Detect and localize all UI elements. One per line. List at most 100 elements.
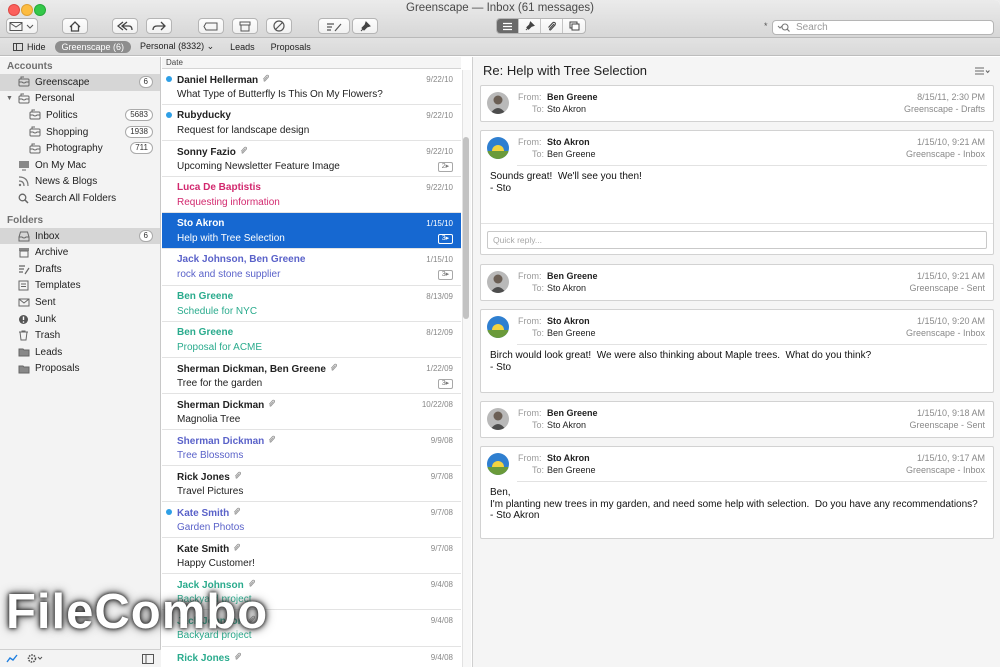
message-card[interactable]: From: To: Ben Greene Sto Akron 1/15/10, 9:18… xyxy=(480,401,994,438)
message-row[interactable]: Sto Akron Help with Tree Selection 1/15/10… xyxy=(162,213,461,250)
scrollbar-thumb[interactable] xyxy=(463,137,469,319)
card-sender: Ben Greene xyxy=(547,92,598,102)
message-card[interactable]: From: To: Sto Akron Ben Greene 1/15/10, 9:17… xyxy=(480,446,994,539)
message-row[interactable]: Sherman Dickman Magnolia Tree 10/22/08 xyxy=(162,394,461,430)
from-label: From: xyxy=(518,316,542,326)
sidebar-item-on-my-mac[interactable]: On My Mac xyxy=(0,157,160,174)
sidebar-item-shopping[interactable]: Shopping 1938 xyxy=(0,124,160,141)
message-card[interactable]: From: To: Sto Akron Ben Greene 1/15/10, 9:21… xyxy=(480,130,994,255)
conversation-options-icon[interactable] xyxy=(974,67,990,76)
message-row[interactable]: Sherman Dickman Tree Blossoms 9/9/08 xyxy=(162,430,461,467)
sidebar-item-photography[interactable]: Photography 711 xyxy=(0,140,160,157)
message-row[interactable]: Jack Johnson, Ben Greene rock and stone s… xyxy=(162,249,461,286)
compose-icon xyxy=(9,21,34,31)
search-field[interactable]: Search xyxy=(772,20,994,35)
sidebar-item-drafts[interactable]: Drafts xyxy=(0,261,160,278)
attachment-icon xyxy=(330,363,338,375)
message-subject: Request for landscape design xyxy=(177,125,310,137)
message-row[interactable]: Ben Greene Proposal for ACME 8/12/09 xyxy=(162,322,461,358)
card-folder: Greenscape - Inbox xyxy=(905,465,985,475)
message-row[interactable]: Sonny Fazio Upcoming Newsletter Feature I… xyxy=(162,141,461,178)
sidebar-item-proposals[interactable]: Proposals xyxy=(0,361,160,378)
to-label: To: xyxy=(532,465,545,475)
message-row[interactable]: Kate Smith Garden Photos 9/7/08 xyxy=(162,502,461,539)
card-date: 1/15/10, 9:17 AM xyxy=(916,453,985,463)
card-recipient: Ben Greene xyxy=(547,149,596,159)
message-sender: Sonny Fazio xyxy=(177,147,236,159)
sidebar-item-junk[interactable]: Junk xyxy=(0,311,160,328)
message-row[interactable]: Kate Smith Happy Customer! 9/7/08 xyxy=(162,538,461,575)
unread-count-badge: 5683 xyxy=(125,109,153,122)
message-card[interactable]: From: To: Ben Greene Sto Akron 8/15/11, 2:30… xyxy=(480,85,994,122)
message-sender: Rick Jones xyxy=(177,652,230,664)
sidebar-item-politics[interactable]: Politics 5683 xyxy=(0,107,160,124)
quick-reply-divider xyxy=(481,223,993,224)
toggle-sidebar-icon xyxy=(142,654,154,664)
view-conversations-button[interactable] xyxy=(563,19,585,33)
label-button[interactable] xyxy=(198,18,224,34)
sidebar-item-search-all-folders[interactable]: Search All Folders xyxy=(0,190,160,207)
card-sender: Sto Akron xyxy=(547,453,590,463)
forward-button[interactable] xyxy=(146,18,172,34)
favorite-greenscape[interactable]: Greenscape (6) xyxy=(54,40,132,53)
home-button[interactable] xyxy=(62,18,88,34)
sidebar-item-trash[interactable]: Trash xyxy=(0,327,160,344)
message-subject: Tree for the garden xyxy=(177,377,263,389)
avatar-person-icon xyxy=(487,408,509,430)
view-attachments-button[interactable] xyxy=(541,19,563,33)
message-date: 1/22/09 xyxy=(426,363,453,373)
message-sender-line: Sonny Fazio xyxy=(177,146,248,158)
message-row[interactable]: Daniel Hellerman What Type of Butterfly I… xyxy=(162,69,461,106)
favorite-proposals[interactable]: Proposals xyxy=(264,41,318,53)
message-row[interactable]: Sherman Dickman, Ben Greene Tree for the … xyxy=(162,358,461,394)
message-card[interactable]: From: To: Ben Greene Sto Akron 1/15/10, 9:21… xyxy=(480,264,994,301)
sidebar-item-personal[interactable]: ▼ Personal xyxy=(0,91,160,108)
card-recipient: Sto Akron xyxy=(547,104,587,114)
sidebar-item-news-blogs[interactable]: News & Blogs xyxy=(0,174,160,191)
view-all-button[interactable] xyxy=(497,19,519,33)
thread-count-badge[interactable]: 2▸ xyxy=(438,162,453,173)
message-row[interactable]: Luca De Baptistis Requesting information 9… xyxy=(162,177,461,214)
thread-count-badge[interactable]: 3▸ xyxy=(438,234,453,245)
sidebar-item-leads[interactable]: Leads xyxy=(0,344,160,361)
avatar-sunset-icon xyxy=(487,453,509,475)
message-row[interactable]: Rick Jones 9/4/08 xyxy=(162,647,461,667)
card-body: Birch would look great! We were also thi… xyxy=(490,350,872,373)
mailbox-icon xyxy=(28,109,41,121)
sidebar-item-label: Personal xyxy=(35,93,75,105)
avatar-sunset-icon xyxy=(487,316,509,338)
message-row[interactable]: Rubyducky Request for landscape design 9/2… xyxy=(162,105,461,142)
quick-reply-input[interactable]: Quick reply... xyxy=(487,231,987,249)
thread-count-badge[interactable]: 3▸ xyxy=(438,270,453,281)
card-recipient: Sto Akron xyxy=(547,283,587,293)
reply-all-button[interactable] xyxy=(112,18,138,34)
message-row[interactable]: Ben Greene Schedule for NYC 8/13/09 xyxy=(162,286,461,322)
message-sender: Luca De Baptistis xyxy=(177,182,261,194)
compose-notes-button[interactable] xyxy=(318,18,350,34)
sidebar-icon xyxy=(13,42,23,51)
date-sort-header[interactable]: Date xyxy=(166,58,183,67)
sidebar-item-archive[interactable]: Archive xyxy=(0,244,160,261)
view-pinned-button[interactable] xyxy=(519,19,541,33)
message-sender: Daniel Hellerman xyxy=(177,75,259,86)
sidebar-item-inbox[interactable]: Inbox 6 xyxy=(0,227,160,245)
message-row[interactable]: Rick Jones Travel Pictures 9/7/08 xyxy=(162,466,461,503)
sidebar-item-sent[interactable]: Sent xyxy=(0,294,160,311)
junk-button[interactable] xyxy=(266,18,292,34)
favorite-leads[interactable]: Leads xyxy=(223,41,262,53)
thread-count-badge[interactable]: 3▸ xyxy=(438,378,453,389)
card-folder: Greenscape - Inbox xyxy=(905,328,985,338)
hide-sidebar-button[interactable]: Hide xyxy=(6,41,53,53)
archive-button[interactable] xyxy=(232,18,258,34)
message-date: 8/12/09 xyxy=(426,327,453,337)
card-recipient: Ben Greene xyxy=(547,465,596,475)
message-card[interactable]: From: To: Sto Akron Ben Greene 1/15/10, 9:20… xyxy=(480,309,994,393)
favorite-personal[interactable]: Personal (8332) ⌄ xyxy=(133,40,221,53)
sidebar-item-greenscape[interactable]: Greenscape 6 xyxy=(0,74,160,91)
unread-dot-icon xyxy=(166,509,172,516)
pin-button[interactable] xyxy=(352,18,378,34)
new-message-menu-button[interactable] xyxy=(6,18,38,34)
sidebar-item-templates[interactable]: Templates xyxy=(0,278,160,295)
unread-count-badge: 6 xyxy=(138,76,153,88)
disclosure-triangle-icon[interactable]: ▼ xyxy=(6,95,13,102)
